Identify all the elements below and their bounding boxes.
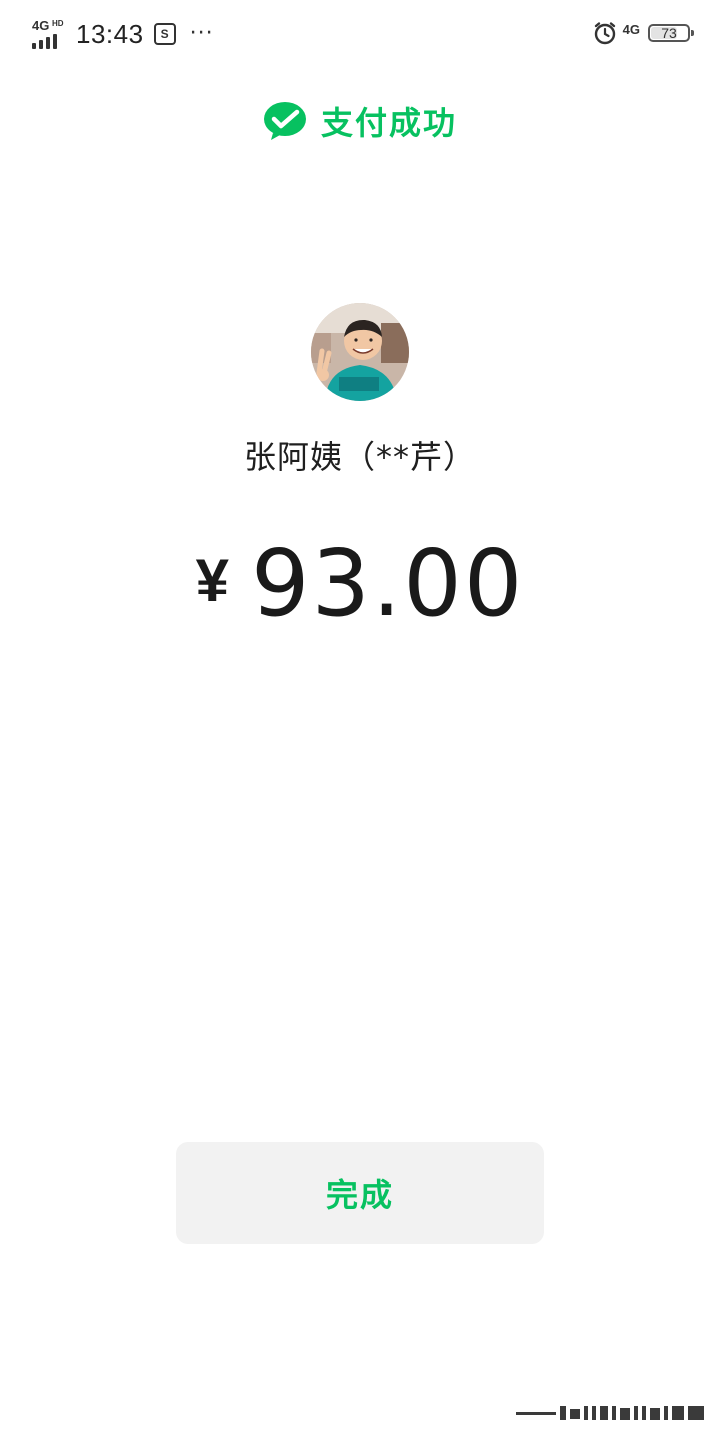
done-button[interactable]: 完成 bbox=[176, 1142, 544, 1244]
wechat-pay-check-icon bbox=[263, 102, 306, 140]
avatar-image bbox=[311, 303, 409, 401]
signal-bar bbox=[46, 37, 50, 49]
network-icon: 4G bbox=[622, 21, 640, 37]
signal-bar bbox=[32, 43, 36, 49]
payment-amount: ¥ 93.00 bbox=[0, 530, 720, 637]
page-title: 支付成功 bbox=[320, 104, 457, 142]
alarm-icon bbox=[594, 22, 615, 45]
signal-bar bbox=[39, 40, 43, 49]
app-notification-icon: S bbox=[153, 23, 176, 45]
status-bar-right: 4G 73 bbox=[593, 16, 694, 50]
more-icon: ··· bbox=[189, 21, 214, 46]
status-time: 13:43 bbox=[76, 18, 144, 49]
network-type-label: 4G bbox=[32, 18, 50, 33]
payee-name: 张阿姨（**芹） bbox=[243, 438, 476, 476]
hd-label: HD bbox=[52, 19, 64, 28]
avatar bbox=[311, 303, 409, 401]
battery-level: 73 bbox=[661, 25, 677, 41]
currency-symbol: ¥ bbox=[195, 547, 229, 614]
payment-success-header: 支付成功 bbox=[0, 96, 720, 146]
status-bar-left: 4G HD 13:43 S ··· bbox=[32, 14, 214, 54]
signal-bar bbox=[53, 34, 57, 49]
watermark-logo bbox=[516, 1406, 704, 1420]
battery-icon: 73 bbox=[648, 24, 694, 42]
amount-value: 93.00 bbox=[250, 530, 525, 637]
signal-icon: 4G HD bbox=[32, 19, 68, 49]
status-bar: 4G HD 13:43 S ··· 4G 73 bbox=[0, 0, 720, 66]
